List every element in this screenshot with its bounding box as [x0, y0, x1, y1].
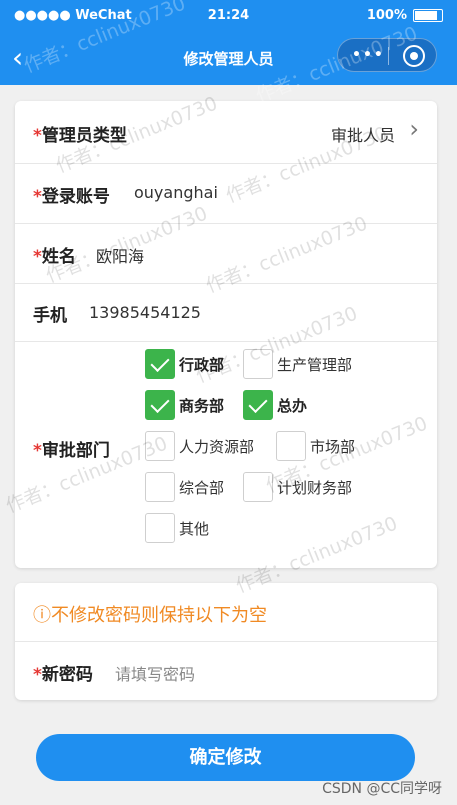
dept-option-label[interactable]: 总办 [277, 395, 307, 416]
dept-option-label[interactable]: 行政部 [179, 354, 224, 375]
confirm-button[interactable]: 确定修改 [36, 734, 415, 781]
more-dots-icon[interactable]: ••• [352, 47, 385, 63]
admin-type-label: 管理员类型 [41, 126, 127, 146]
chevron-right-icon[interactable]: › [409, 115, 419, 143]
checkbox-dept-7[interactable] [243, 472, 273, 502]
admin-type-value[interactable]: 审批人员 [331, 122, 395, 146]
dept-option-label[interactable]: 生产管理部 [277, 354, 352, 375]
admin-form-card: *管理员类型 审批人员 › *登录账号 ouyanghai *姓名 欧阳海 手机… [15, 101, 437, 568]
dept-option-label[interactable]: 市场部 [310, 436, 355, 457]
password-label: 新密码 [41, 665, 93, 685]
checkbox-dept-6[interactable] [145, 472, 175, 502]
csdn-credit: CSDN @CC同学呀 [322, 781, 442, 797]
target-icon[interactable] [403, 45, 425, 67]
required-mark: * [33, 247, 42, 267]
password-notice-row: ⓘ不修改密码则保持以下为空 [15, 583, 437, 642]
capsule-divider [388, 47, 389, 65]
name-row: *姓名 欧阳海 [15, 223, 437, 284]
dept-option-label[interactable]: 计划财务部 [277, 477, 352, 498]
checkbox-dept-1[interactable] [243, 349, 273, 379]
dept-option-label[interactable]: 其他 [179, 518, 209, 539]
mini-program-capsule: ••• [337, 38, 437, 72]
dept-option-label[interactable]: 商务部 [179, 395, 224, 416]
nav-bar: ‹ 修改管理人员 ••• [0, 30, 457, 85]
status-bar: ●●●●● WeChat 21:24 100% [0, 0, 457, 30]
password-notice: ⓘ不修改密码则保持以下为空 [33, 605, 267, 626]
checkbox-dept-8[interactable] [145, 513, 175, 543]
checkbox-dept-5[interactable] [276, 431, 306, 461]
checkbox-dept-0[interactable] [145, 349, 175, 379]
name-label: 姓名 [41, 247, 76, 267]
name-input[interactable]: 欧阳海 [96, 243, 144, 267]
password-row: *新密码 请填写密码 [15, 641, 437, 700]
battery-percent: 100% [366, 8, 407, 23]
required-mark: * [33, 187, 42, 207]
phone-input[interactable]: 13985454125 [89, 303, 201, 322]
login-label: 登录账号 [41, 187, 110, 207]
login-input[interactable]: ouyanghai [134, 183, 218, 202]
dept-option-label[interactable]: 综合部 [179, 477, 224, 498]
battery-icon [413, 9, 443, 22]
password-input[interactable]: 请填写密码 [115, 661, 195, 685]
checkbox-dept-2[interactable] [145, 390, 175, 420]
required-mark: * [33, 126, 42, 146]
dept-row: *审批部门 行政部 生产管理部 商务部 总办 人力资源部 市场部 综合部 计划财… [15, 341, 437, 568]
checkbox-dept-4[interactable] [145, 431, 175, 461]
phone-row: 手机 13985454125 [15, 283, 437, 342]
login-row: *登录账号 ouyanghai [15, 163, 437, 224]
admin-type-row[interactable]: *管理员类型 审批人员 › [15, 101, 437, 164]
battery-indicator: 100% [367, 8, 443, 23]
required-mark: * [33, 441, 42, 461]
dept-label: 审批部门 [41, 441, 110, 461]
phone-label: 手机 [33, 306, 67, 326]
dept-option-label[interactable]: 人力资源部 [179, 436, 254, 457]
required-mark: * [33, 665, 42, 685]
password-card: ⓘ不修改密码则保持以下为空 *新密码 请填写密码 [15, 583, 437, 700]
checkbox-dept-3[interactable] [243, 390, 273, 420]
